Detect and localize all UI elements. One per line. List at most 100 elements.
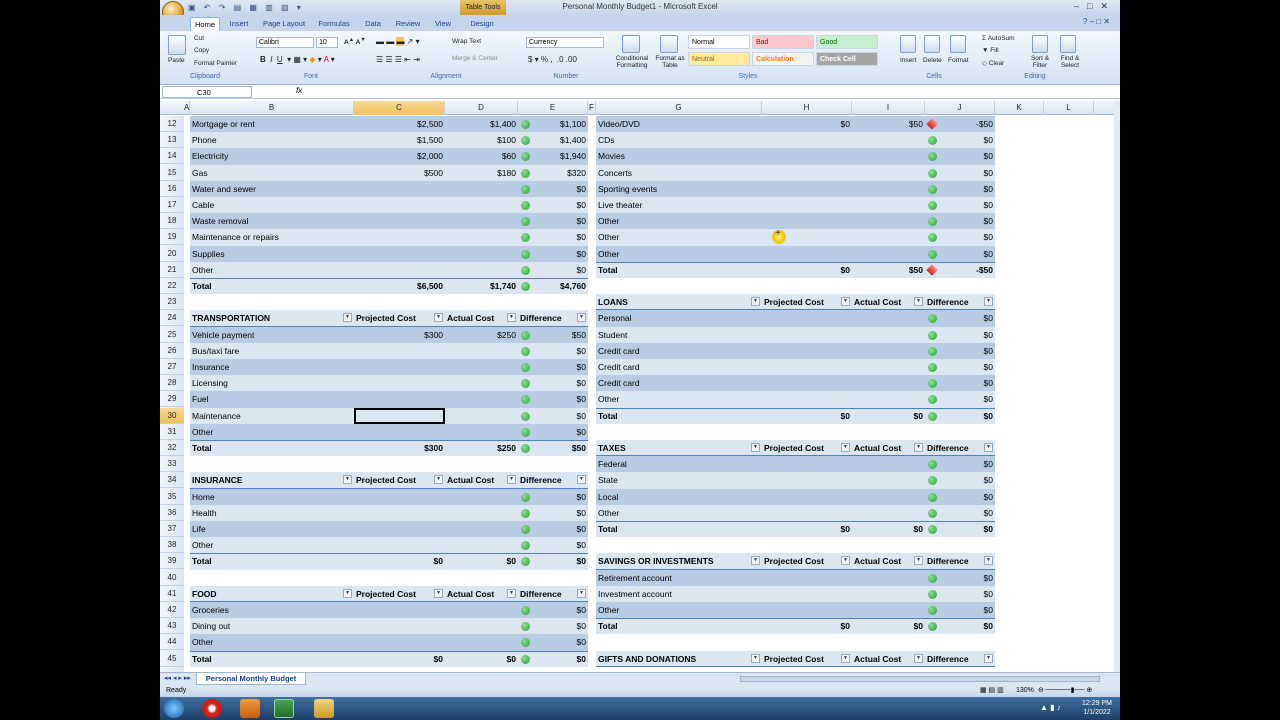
tray-icons[interactable]: ▲ ▮ ♪	[1040, 703, 1061, 712]
column-header-c[interactable]: C	[354, 101, 445, 115]
cell-i-26[interactable]	[852, 343, 925, 359]
filter-dropdown-icon[interactable]: ▼	[434, 588, 443, 598]
cell-i-27[interactable]	[852, 359, 925, 375]
format-painter-button[interactable]: Format Painter	[194, 60, 237, 67]
cell-g-37[interactable]: Total	[598, 521, 762, 537]
row-header-14[interactable]: 14	[160, 148, 184, 165]
cell-i-25[interactable]	[852, 327, 925, 343]
cell-h-15[interactable]	[762, 165, 852, 181]
file-explorer-icon[interactable]	[314, 699, 334, 718]
tab-home[interactable]: Home	[190, 17, 220, 31]
filter-dropdown-icon[interactable]: ▼	[914, 556, 923, 566]
cell-d-45[interactable]: $0	[445, 651, 518, 667]
filter-dropdown-icon[interactable]: ▼	[343, 313, 352, 323]
cell-c-38[interactable]	[354, 537, 445, 553]
tab-insert[interactable]: Insert	[224, 17, 254, 31]
opera-icon[interactable]	[202, 699, 222, 718]
copy-button[interactable]: Copy	[194, 47, 209, 54]
column-header-b[interactable]: B	[190, 101, 354, 115]
row-header-42[interactable]: 42	[160, 602, 184, 618]
cell-g-24[interactable]: Personal	[598, 310, 762, 326]
cell-b-22[interactable]: Total	[192, 278, 354, 294]
cell-g-33[interactable]: Federal	[598, 456, 762, 472]
cell-b-45[interactable]: Total	[192, 651, 354, 667]
cell-g-40[interactable]: Retirement account	[598, 570, 762, 586]
filter-dropdown-icon[interactable]: ▼	[841, 443, 850, 452]
help-icon[interactable]: ? – □ ✕	[1083, 17, 1110, 26]
sort-filter-button[interactable]: Sort & Filter	[1026, 55, 1054, 69]
cell-b-15[interactable]: Gas	[192, 165, 354, 181]
horizontal-scrollbar[interactable]	[740, 676, 1100, 682]
row-header-34[interactable]: 34	[160, 472, 184, 489]
wrap-text-button[interactable]: Wrap Text	[452, 38, 481, 45]
cell-i-41[interactable]	[852, 586, 925, 602]
cell-h-27[interactable]	[762, 359, 852, 375]
cell-d-29[interactable]	[445, 391, 518, 407]
cell-g-36[interactable]: Other	[598, 505, 762, 521]
paste-icon[interactable]	[168, 35, 186, 55]
row-header-19[interactable]: 19	[160, 229, 184, 246]
cell-c-27[interactable]	[354, 359, 445, 375]
cell-i-36[interactable]	[852, 505, 925, 521]
cell-d-20[interactable]	[445, 246, 518, 262]
cell-g-30[interactable]: Total	[598, 408, 762, 424]
row-header-32[interactable]: 32	[160, 440, 184, 456]
cell-d-18[interactable]	[445, 213, 518, 229]
cell-c-15[interactable]: $500	[354, 165, 445, 181]
cell-b-26[interactable]: Bus/taxi fare	[192, 343, 354, 359]
cell-c-32[interactable]: $300	[354, 440, 445, 456]
row-header-44[interactable]: 44	[160, 634, 184, 651]
row-header-15[interactable]: 15	[160, 165, 184, 181]
cell-d-27[interactable]	[445, 359, 518, 375]
row-header-23[interactable]: 23	[160, 294, 184, 311]
cell-i-14[interactable]	[852, 148, 925, 164]
media-player-icon[interactable]	[240, 699, 260, 718]
cell-d-42[interactable]	[445, 602, 518, 618]
filter-dropdown-icon[interactable]: ▼	[984, 556, 993, 566]
cut-button[interactable]: Cut	[194, 35, 204, 42]
cell-b-37[interactable]: Life	[192, 521, 354, 537]
column-header-e[interactable]: E	[518, 101, 588, 115]
filter-dropdown-icon[interactable]: ▼	[751, 443, 760, 452]
cell-d-39[interactable]: $0	[445, 553, 518, 569]
cell-c-20[interactable]	[354, 246, 445, 262]
cell-i-13[interactable]	[852, 132, 925, 148]
filter-dropdown-icon[interactable]: ▼	[507, 313, 516, 323]
filter-dropdown-icon[interactable]: ▼	[914, 653, 923, 663]
style-good[interactable]: Good	[816, 35, 878, 49]
cell-c-37[interactable]	[354, 521, 445, 537]
cell-h-25[interactable]	[762, 327, 852, 343]
conditional-formatting-icon[interactable]	[622, 35, 640, 53]
cell-b-30[interactable]: Maintenance	[192, 408, 354, 424]
row-header-13[interactable]: 13	[160, 132, 184, 149]
filter-dropdown-icon[interactable]: ▼	[343, 475, 352, 485]
cell-g-34[interactable]: State	[598, 472, 762, 488]
row-header-25[interactable]: 25	[160, 327, 184, 343]
cell-h-26[interactable]	[762, 343, 852, 359]
column-header-j[interactable]: J	[925, 101, 995, 115]
row-header-40[interactable]: 40	[160, 570, 184, 586]
cell-h-28[interactable]	[762, 375, 852, 391]
cell-b-20[interactable]: Supplies	[192, 246, 354, 262]
cell-i-42[interactable]	[852, 602, 925, 618]
cell-b-17[interactable]: Cable	[192, 197, 354, 213]
format-as-table-icon[interactable]	[660, 35, 678, 53]
cell-g-18[interactable]: Other	[598, 213, 762, 229]
cell-h-30[interactable]: $0	[762, 408, 852, 424]
cell-c-17[interactable]	[354, 197, 445, 213]
cell-g-28[interactable]: Credit card	[598, 375, 762, 391]
row-header-33[interactable]: 33	[160, 456, 184, 473]
tab-page-layout[interactable]: Page Layout	[260, 17, 308, 31]
cell-b-14[interactable]: Electricity	[192, 148, 354, 164]
cell-g-42[interactable]: Other	[598, 602, 762, 618]
cell-b-18[interactable]: Waste removal	[192, 213, 354, 229]
cell-d-35[interactable]	[445, 489, 518, 505]
cell-g-41[interactable]: Investment account	[598, 586, 762, 602]
filter-dropdown-icon[interactable]: ▼	[914, 297, 923, 307]
cell-d-22[interactable]: $1,740	[445, 278, 518, 294]
cell-b-28[interactable]: Licensing	[192, 375, 354, 391]
fx-icon[interactable]: fx	[296, 86, 302, 95]
cell-h-41[interactable]	[762, 586, 852, 602]
style-neutral[interactable]: Neutral	[688, 52, 750, 66]
row-header-28[interactable]: 28	[160, 375, 184, 392]
